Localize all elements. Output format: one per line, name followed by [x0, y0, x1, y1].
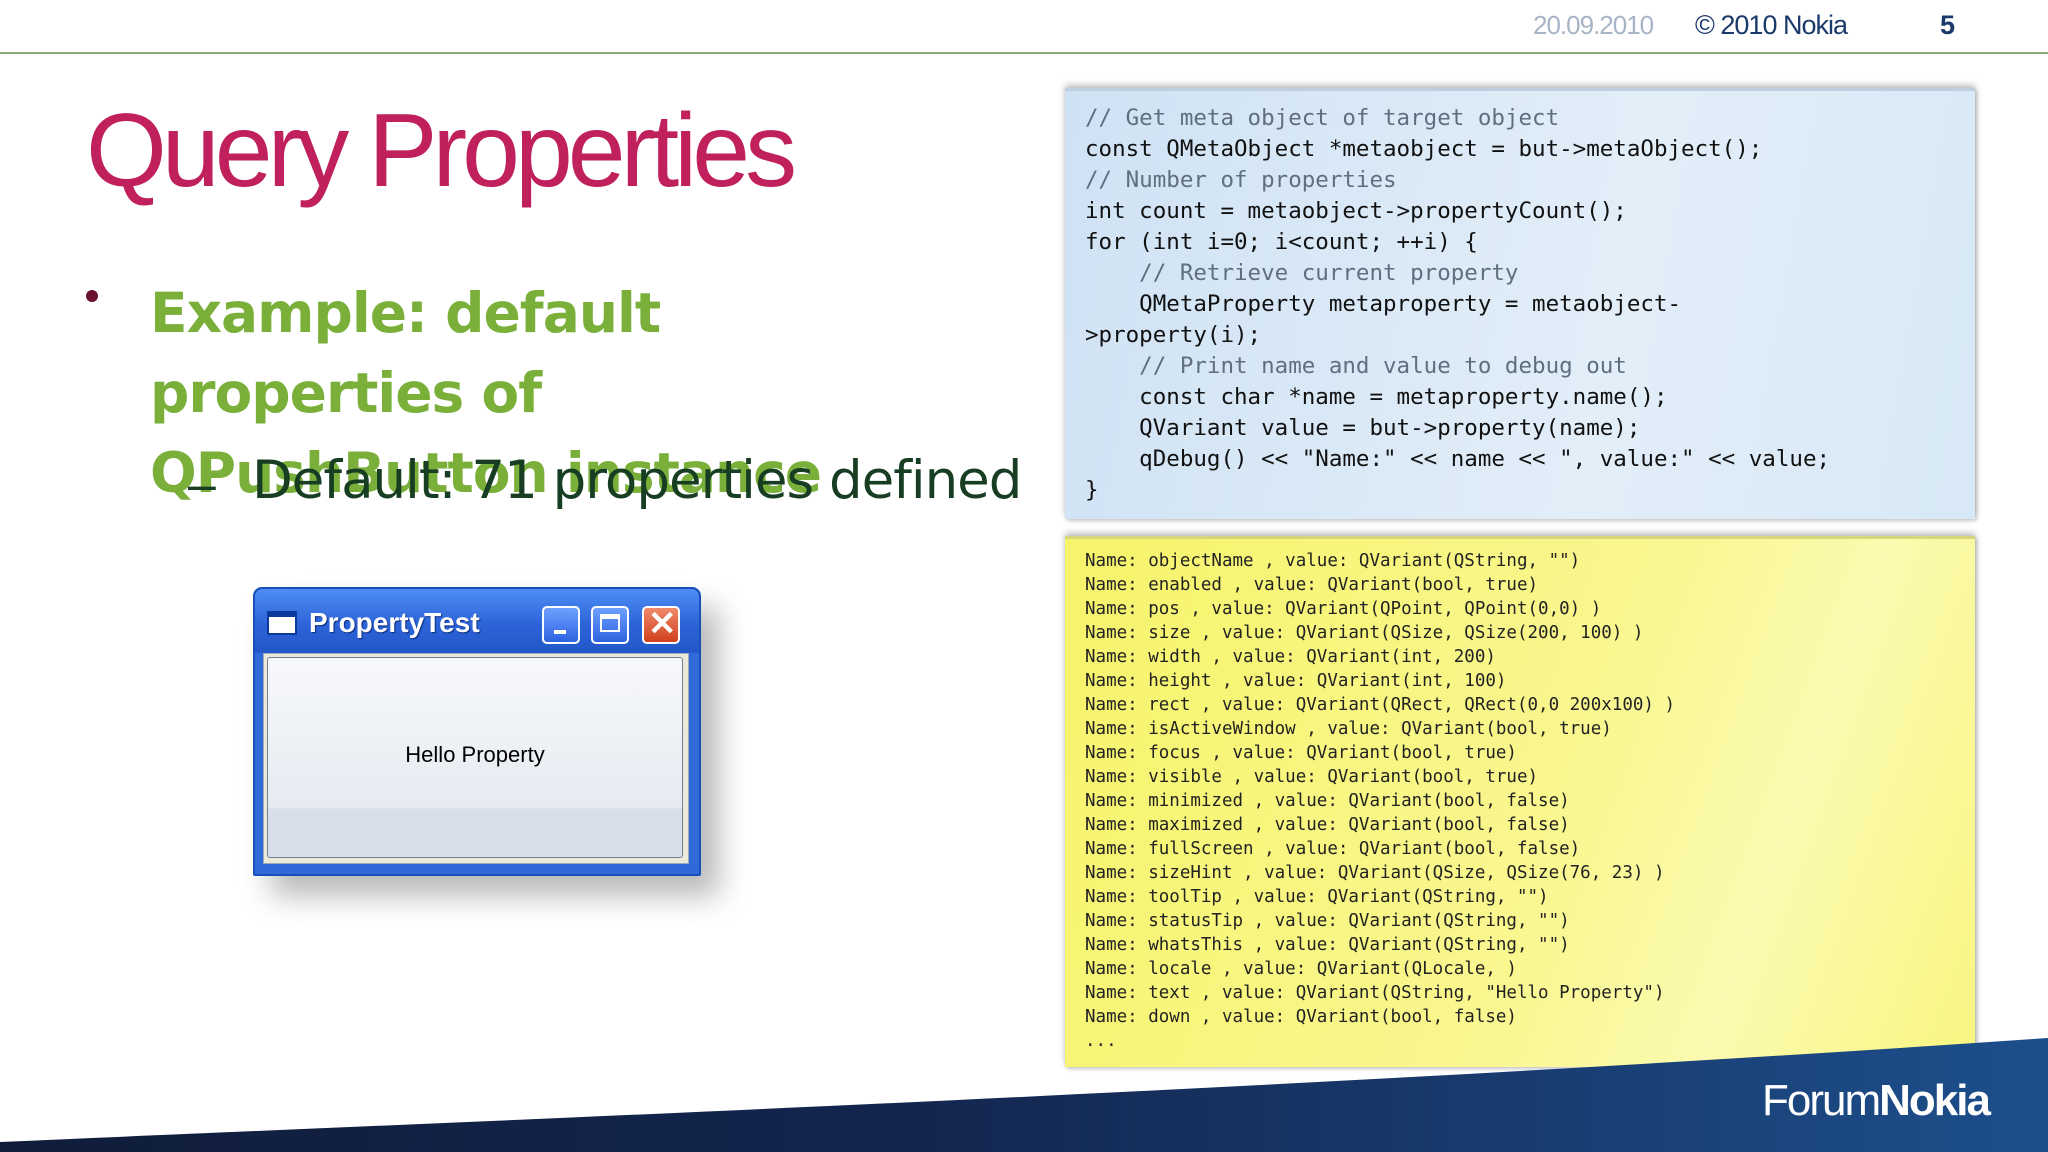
debug-output-line: Name: pos , value: QVariant(QPoint, QPoi… — [1085, 599, 1602, 619]
forum-nokia-logo: ForumNokia — [1762, 1076, 1991, 1126]
code-line: } — [1085, 477, 1099, 503]
maximize-button[interactable] — [591, 606, 629, 644]
code-line-10: const char *name = metaproperty.name(); — [1085, 384, 1668, 410]
code-line: // Number of properties — [1085, 167, 1397, 193]
code-line: QVariant value = but->property(name); — [1085, 415, 1640, 441]
minimize-icon — [554, 630, 566, 634]
close-button[interactable]: ✕ — [642, 605, 680, 644]
code-line: // Print name and value to debug out — [1085, 353, 1627, 379]
minimize-button[interactable] — [542, 606, 580, 644]
maximize-icon — [600, 614, 620, 632]
code-line-11: QVariant value = but->property(name); — [1085, 415, 1641, 441]
debug-output-line: Name: statusTip , value: QVariant(QStrin… — [1085, 911, 1570, 931]
slide-copyright: © 2010 Nokia — [1695, 10, 1848, 40]
debug-output-line: Name: visible , value: QVariant(bool, tr… — [1085, 767, 1539, 787]
footer-band — [0, 1038, 2048, 1152]
code-line-13: } — [1085, 477, 1099, 503]
debug-output-box: Name: objectName , value: QVariant(QStri… — [1065, 536, 1975, 1067]
window-titlebar[interactable]: PropertyTest ✕ — [255, 589, 699, 653]
bullet-dot-icon — [86, 290, 98, 302]
code-line-9: // Print name and value to debug out — [1085, 353, 1627, 379]
debug-output-line: Name: height , value: QVariant(int, 100) — [1085, 671, 1507, 691]
window-client-area: Hello Property — [263, 653, 689, 864]
code-line: QMetaProperty metaproperty = metaobject- — [1085, 291, 1681, 317]
slide-title: Query Properties — [86, 93, 797, 209]
hello-property-button[interactable]: Hello Property — [267, 657, 683, 858]
debug-output-line: Name: toolTip , value: QVariant(QString,… — [1085, 887, 1549, 907]
debug-output-line: Name: objectName , value: QVariant(QStri… — [1085, 551, 1581, 571]
code-line: int count = metaobject->propertyCount(); — [1085, 198, 1627, 224]
code-line-3: // Number of properties — [1085, 167, 1397, 193]
code-line-5: for (int i=0; i<count; ++i) { — [1085, 229, 1478, 255]
sub-bullet-default: Default: 71 properties defined — [252, 450, 1022, 511]
code-line-6: // Retrieve current property — [1085, 260, 1519, 286]
debug-output-line: Name: locale , value: QVariant(QLocale, … — [1085, 959, 1517, 979]
debug-output-line: Name: rect , value: QVariant(QRect, QRec… — [1085, 695, 1676, 715]
debug-output-line: Name: down , value: QVariant(bool, false… — [1085, 1007, 1517, 1027]
close-icon: ✕ — [648, 605, 677, 643]
window-app-icon — [267, 611, 297, 635]
slide-header: 20.09.2010 © 2010 Nokia 5 — [0, 0, 2048, 54]
code-line-7: QMetaProperty metaproperty = metaobject- — [1085, 291, 1682, 317]
debug-output-line: Name: fullScreen , value: QVariant(bool,… — [1085, 839, 1581, 859]
slide-page-number: 5 — [1940, 10, 1956, 40]
code-line-4: int count = metaobject->propertyCount(); — [1085, 198, 1627, 224]
debug-output-line: Name: minimized , value: QVariant(bool, … — [1085, 791, 1570, 811]
code-line: qDebug() << "Name:" << name << ", value:… — [1085, 446, 1830, 472]
code-line: // Get meta object of target object — [1085, 105, 1559, 131]
slide-date: 20.09.2010 — [1533, 10, 1654, 40]
debug-output-line: Name: focus , value: QVariant(bool, true… — [1085, 743, 1517, 763]
code-line-12: qDebug() << "Name:" << name << ", value:… — [1085, 446, 1831, 472]
debug-output-line: Name: width , value: QVariant(int, 200) — [1085, 647, 1496, 667]
code-line-2: const QMetaObject *metaobject = but->met… — [1085, 136, 1763, 162]
debug-output-line: Name: isActiveWindow , value: QVariant(b… — [1085, 719, 1612, 739]
debug-output-line: Name: text , value: QVariant(QString, "H… — [1085, 983, 1665, 1003]
code-line: >property(i); — [1085, 322, 1261, 348]
code-line: const QMetaObject *metaobject = but->met… — [1085, 136, 1762, 162]
hello-property-label: Hello Property — [405, 742, 545, 767]
code-line-1: // Get meta object of target object — [1085, 105, 1560, 131]
code-line: // Retrieve current property — [1085, 260, 1518, 286]
sub-bullet-dash: – — [188, 456, 216, 512]
window-title: PropertyTest — [309, 607, 480, 638]
property-test-window: PropertyTest ✕ Hello Property — [253, 587, 701, 876]
code-line: const char *name = metaproperty.name(); — [1085, 384, 1667, 410]
debug-output-line: Name: sizeHint , value: QVariant(QSize, … — [1085, 863, 1665, 883]
code-line-8: >property(i); — [1085, 322, 1262, 348]
code-line: for (int i=0; i<count; ++i) { — [1085, 229, 1478, 255]
code-snippet-box: // Get meta object of target object cons… — [1065, 88, 1975, 519]
debug-output-line: Name: whatsThis , value: QVariant(QStrin… — [1085, 935, 1570, 955]
debug-output-line: Name: maximized , value: QVariant(bool, … — [1085, 815, 1570, 835]
debug-output-line: Name: size , value: QVariant(QSize, QSiz… — [1085, 623, 1644, 643]
debug-output-line: Name: enabled , value: QVariant(bool, tr… — [1085, 575, 1539, 595]
logo-forum: Forum — [1762, 1076, 1881, 1125]
logo-nokia: Nokia — [1879, 1076, 1991, 1125]
